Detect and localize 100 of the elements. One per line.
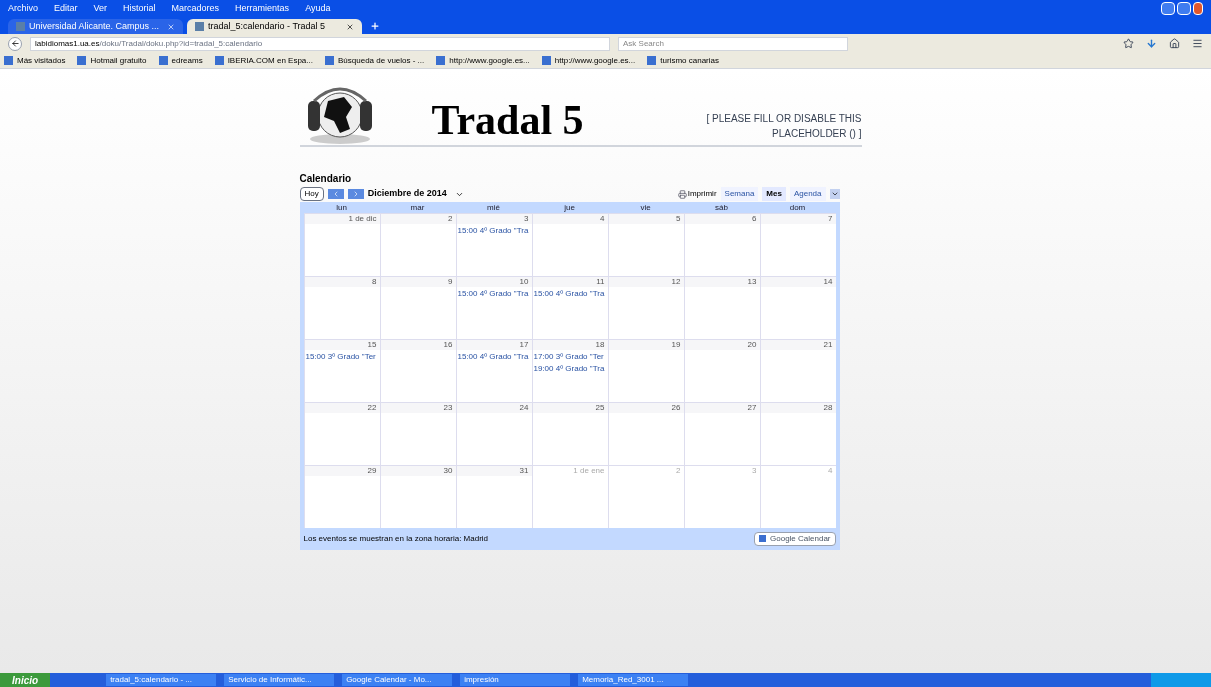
day-cell[interactable]: 18 17:00 3º Grado "Ter 19:00 4º Grado "Tra	[531, 340, 608, 402]
close-button[interactable]	[1193, 2, 1203, 15]
day-cell[interactable]: 10 15:00 4º Grado "Tra	[455, 277, 532, 339]
menu-item[interactable]: Ayuda	[305, 1, 331, 16]
menu-item[interactable]: Marcadores	[171, 1, 220, 16]
menu-item[interactable]: Editar	[54, 1, 78, 16]
next-button[interactable]	[347, 189, 364, 199]
start-button[interactable]: Inicio	[0, 673, 51, 687]
browser-tab[interactable]: Universidad Alicante. Campus ...	[8, 19, 183, 34]
download-icon[interactable]	[1146, 38, 1157, 49]
day-cell[interactable]: 15 15:00 3º Grado "Ter	[303, 340, 380, 402]
menu-item[interactable]: Historial	[123, 1, 156, 16]
page-icon	[16, 22, 25, 31]
restore-button[interactable]	[1177, 2, 1191, 15]
taskbar-item[interactable]: impresión	[460, 674, 571, 686]
bookmark-link[interactable]: IBERIA.COM en Espa...	[214, 54, 313, 67]
close-icon[interactable]	[167, 22, 175, 31]
event-entry[interactable]: 15:00 4º Grado "Tra	[456, 352, 532, 362]
search-field[interactable]: Ask Search	[618, 36, 848, 51]
day-cell[interactable]: 5	[607, 214, 684, 276]
day-cell[interactable]: 19	[607, 340, 684, 402]
system-tray	[1151, 673, 1211, 687]
address-field[interactable]: labidiomas1.ua.es/doku/Tradal/doku.php?id=tradal_5:calendario	[30, 36, 610, 51]
day-cell[interactable]: 27	[683, 403, 760, 465]
bookmark-link[interactable]: Hotmail gratuito	[77, 54, 147, 67]
bookmark-link[interactable]: http://www.google.es...	[436, 54, 530, 67]
day-cell[interactable]: 31	[455, 466, 532, 528]
back-button[interactable]	[8, 36, 22, 51]
day-cell[interactable]: 9	[379, 277, 456, 339]
day-cell[interactable]: 16	[379, 340, 456, 402]
day-cell[interactable]: 12	[607, 277, 684, 339]
calendar-title: Calendario	[299, 172, 353, 186]
bookmark-link[interactable]: edreams	[158, 54, 203, 67]
day-cell[interactable]: 21	[759, 340, 836, 402]
printer-icon	[677, 189, 687, 199]
new-tab-icon[interactable]	[370, 21, 380, 31]
menu-item[interactable]: Herramientas	[235, 1, 290, 16]
view-tab[interactable]: Mes	[762, 187, 786, 201]
day-cell[interactable]: 23	[379, 403, 456, 465]
weekday-header: mar	[409, 202, 426, 213]
event-entry[interactable]: 19:00 4º Grado "Tra	[532, 364, 608, 374]
taskbar-item[interactable]: Google Calendar - Mo...	[342, 674, 453, 686]
day-cell[interactable]: 24	[455, 403, 532, 465]
minimize-button[interactable]	[1161, 2, 1175, 15]
dropdown-button[interactable]	[829, 189, 840, 199]
weekday-header: sáb	[714, 202, 729, 213]
bookmark-link[interactable]: Búsqueda de vuelos - ...	[325, 54, 425, 67]
day-cell[interactable]: 22	[303, 403, 380, 465]
event-entry[interactable]: 15:00 4º Grado "Tra	[532, 289, 608, 299]
previous-button[interactable]	[327, 189, 344, 199]
day-cell[interactable]: 28	[759, 403, 836, 465]
day-cell[interactable]: 17 15:00 4º Grado "Tra	[455, 340, 532, 402]
menu-icon[interactable]	[1192, 38, 1203, 49]
day-cell[interactable]: 14	[759, 277, 836, 339]
event-entry[interactable]: 15:00 3º Grado "Ter	[304, 352, 380, 362]
star-icon[interactable]	[1123, 38, 1134, 49]
bookmark-link[interactable]: turismo canarias	[647, 54, 719, 67]
menu-item[interactable]: Archivo	[8, 1, 38, 16]
browser-tab[interactable]: tradal_5:calendario - Tradal 5	[187, 19, 362, 34]
event-entry[interactable]: 17:00 3º Grado "Ter	[532, 352, 608, 362]
day-cell[interactable]: 29	[303, 466, 380, 528]
day-cell[interactable]: 8	[303, 277, 380, 339]
view-tab[interactable]: Semana	[720, 187, 759, 201]
weekday-header: lun	[335, 202, 348, 213]
taskbar-item[interactable]: Memoria_Red_3001 ...	[578, 674, 689, 686]
menu-item[interactable]: Ver	[93, 1, 108, 16]
event-entry[interactable]: 15:00 4º Grado "Tra	[456, 289, 532, 299]
print-link[interactable]: Imprimir	[677, 188, 717, 200]
day-cell[interactable]: 25	[531, 403, 608, 465]
month-label[interactable]: Diciembre de 2014	[367, 187, 447, 201]
home-icon[interactable]	[1169, 38, 1180, 49]
day-cell[interactable]: 30	[379, 466, 456, 528]
google-calendar-badge[interactable]: Google Calendar	[754, 531, 836, 546]
weekday-header: vie	[639, 202, 652, 213]
day-cell[interactable]: 20	[683, 340, 760, 402]
back-arrow-icon	[10, 39, 20, 48]
day-cell[interactable]: 26	[607, 403, 684, 465]
placeholder-note: [ PLEASE FILL OR DISABLE THIS	[706, 112, 862, 126]
day-cell[interactable]: 13	[683, 277, 760, 339]
event-entry[interactable]: 15:00 4º Grado "Tra	[456, 226, 532, 236]
taskbar-item[interactable]: Servicio de Informátic...	[224, 674, 335, 686]
day-cell[interactable]: 2	[379, 214, 456, 276]
weekday-header: jue	[563, 202, 576, 213]
day-cell[interactable]: 6	[683, 214, 760, 276]
site-title: Tradal 5	[431, 99, 584, 141]
bookmark-link[interactable]: http://www.google.es...	[541, 54, 636, 67]
close-icon[interactable]	[346, 22, 354, 31]
bookmark-link[interactable]: Más visitados	[4, 54, 66, 67]
day-cell[interactable]: 1 de dic	[303, 214, 380, 276]
placeholder-note: PLACEHOLDER () ]	[772, 127, 862, 141]
day-cell[interactable]: 11 15:00 4º Grado "Tra	[531, 277, 608, 339]
timezone-note: Los eventos se muestran en la zona horaria: Madrid	[303, 532, 489, 545]
day-cell[interactable]: 3 15:00 4º Grado "Tra	[455, 214, 532, 276]
weekday-header: mié	[486, 202, 501, 213]
day-cell[interactable]: 4	[531, 214, 608, 276]
taskbar-item[interactable]: tradal_5:calendario - ...	[106, 674, 217, 686]
chevron-down-icon	[830, 190, 839, 198]
today-button[interactable]: Hoy	[299, 187, 324, 201]
day-cell[interactable]: 7	[759, 214, 836, 276]
view-tab[interactable]: Agenda	[789, 187, 826, 201]
